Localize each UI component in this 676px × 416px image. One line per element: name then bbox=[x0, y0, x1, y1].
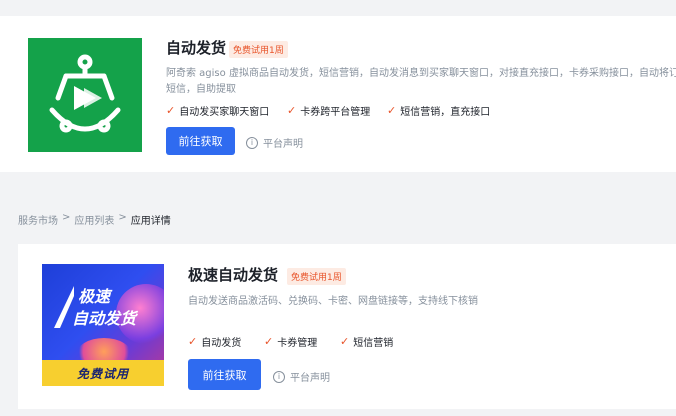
description-line-1: 阿奇索 agiso 虚拟商品自动发货，短信营销，自动发消息到买家聊天窗口，对接直… bbox=[166, 68, 676, 79]
feature-label: 短信营销 bbox=[353, 338, 394, 349]
check-icon: ✓ bbox=[264, 335, 274, 348]
chevron-right-icon: > bbox=[62, 212, 71, 223]
logo-text-line2: 自动发货 bbox=[72, 309, 137, 328]
app-description-2: 自动发送商品激活码、兑换码、卡密、网盘链接等，支持线下核销 bbox=[188, 296, 478, 307]
info-icon: i bbox=[246, 136, 258, 149]
check-icon: ✓ bbox=[287, 104, 297, 117]
trial-badge-2: 免费试用1周 bbox=[287, 268, 346, 285]
robot-play-icon bbox=[49, 54, 121, 133]
feature-label: 自动发买家聊天窗口 bbox=[179, 107, 270, 118]
feature-item-3: ✓ 短信营销 bbox=[340, 334, 393, 349]
platform-statement-link-1[interactable]: i 平台声明 bbox=[246, 135, 303, 150]
feature-label: 卡券跨平台管理 bbox=[300, 107, 371, 118]
app-description-1: 阿奇索 agiso 虚拟商品自动发货，短信营销，自动发消息到买家聊天窗口，对接直… bbox=[166, 66, 676, 98]
check-icon: ✓ bbox=[166, 104, 176, 117]
app-title-2: 极速自动发货 bbox=[188, 266, 279, 284]
get-app-button-2[interactable]: 前往获取 bbox=[188, 359, 261, 390]
app-title-1: 自动发货 bbox=[166, 39, 227, 57]
check-icon: ✓ bbox=[188, 335, 198, 348]
app-logo-2: 极速 自动发货 免费试用 bbox=[42, 264, 164, 386]
logo-text-line1: 极速 bbox=[78, 287, 111, 306]
trial-badge-1: 免费试用1周 bbox=[229, 41, 288, 58]
feature-label: 卡券管理 bbox=[277, 338, 318, 349]
statement-label: 平台声明 bbox=[290, 373, 330, 384]
logo-mark-icon bbox=[54, 286, 74, 328]
breadcrumb-item-app-detail: 应用详情 bbox=[130, 216, 171, 227]
check-icon: ✓ bbox=[387, 104, 397, 117]
info-icon: i bbox=[273, 370, 285, 383]
check-icon: ✓ bbox=[340, 335, 350, 348]
feature-item-2: ✓ 卡券跨平台管理 bbox=[287, 103, 370, 118]
platform-statement-link-2[interactable]: i 平台声明 bbox=[273, 369, 330, 384]
feature-item-2: ✓ 卡券管理 bbox=[264, 334, 317, 349]
breadcrumb-item-market[interactable]: 服务市场 bbox=[18, 212, 58, 227]
breadcrumb: 服务市场 > 应用列表 > 应用详情 bbox=[18, 212, 171, 227]
breadcrumb-item-app-list[interactable]: 应用列表 bbox=[74, 212, 114, 227]
logo-text-2: 自动发货 bbox=[72, 308, 136, 330]
feature-label: 短信营销，直充接口 bbox=[400, 107, 491, 118]
chevron-right-icon: > bbox=[118, 212, 127, 223]
feature-item-3: ✓ 短信营销，直充接口 bbox=[387, 103, 490, 118]
logo-ribbon: 免费试用 bbox=[42, 360, 164, 386]
description-line-2: 短信，自助提取 bbox=[166, 84, 236, 95]
statement-label: 平台声明 bbox=[263, 139, 303, 150]
app-logo-1 bbox=[28, 38, 142, 152]
feature-label: 自动发货 bbox=[201, 338, 242, 349]
get-app-button-1[interactable]: 前往获取 bbox=[166, 127, 235, 155]
feature-item-1: ✓ 自动发买家聊天窗口 bbox=[166, 103, 269, 118]
logo-text: 极速 bbox=[78, 286, 110, 308]
feature-item-1: ✓ 自动发货 bbox=[188, 334, 241, 349]
